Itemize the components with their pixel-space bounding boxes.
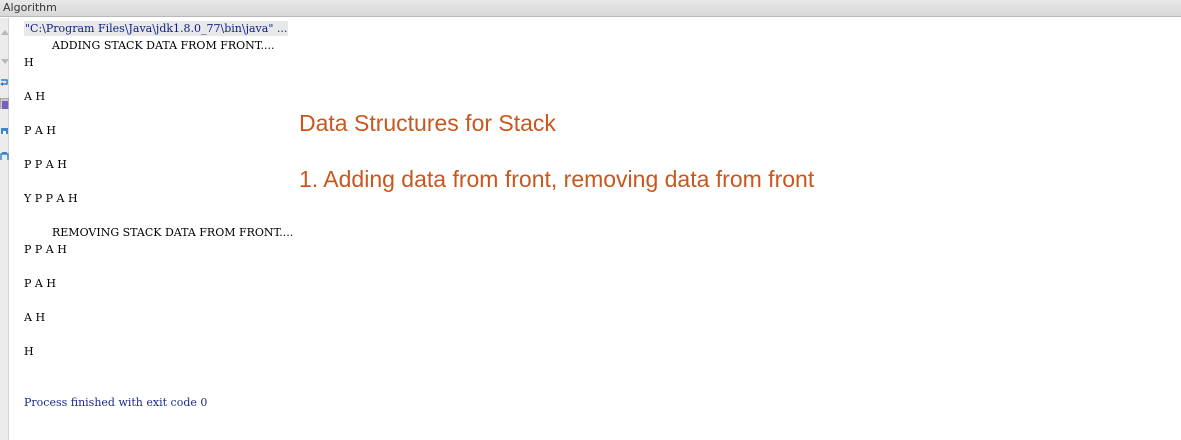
- run-command-line[interactable]: "C:\Program Files\Java\jdk1.8.0_77\bin\j…: [24, 21, 289, 36]
- tool-window-titlebar: Algorithm: [0, 0, 1181, 17]
- console-line: P P A H: [24, 243, 67, 256]
- console-line: A H: [24, 311, 46, 324]
- console-toolbar: [0, 18, 9, 440]
- console-line: P A H: [24, 277, 56, 290]
- up-arrow-icon[interactable]: [0, 24, 9, 36]
- console-line: A H: [24, 90, 46, 103]
- console-line: H: [24, 56, 34, 69]
- console-line: P A H: [24, 124, 56, 137]
- adding-header: ADDING STACK DATA FROM FRONT....: [52, 39, 275, 52]
- console-line: H: [24, 345, 34, 358]
- trash-icon[interactable]: [0, 148, 9, 160]
- overlay-title: Data Structures for Stack: [299, 110, 556, 136]
- soft-wrap-icon[interactable]: [0, 74, 9, 86]
- overlay-subtitle: 1. Adding data from front, removing data…: [299, 166, 815, 192]
- scroll-to-end-icon[interactable]: [0, 97, 9, 109]
- tool-window-title: Algorithm: [3, 1, 57, 14]
- down-arrow-icon[interactable]: [0, 52, 9, 64]
- exit-message: Process finished with exit code 0: [24, 396, 208, 409]
- console-output[interactable]: "C:\Program Files\Java\jdk1.8.0_77\bin\j…: [24, 20, 1174, 411]
- removing-header: REMOVING STACK DATA FROM FRONT....: [52, 226, 294, 239]
- console-line: "C:\Program Files\Java\jdk1.8.0_77\bin\j…: [24, 20, 1174, 37]
- print-icon[interactable]: [0, 122, 9, 134]
